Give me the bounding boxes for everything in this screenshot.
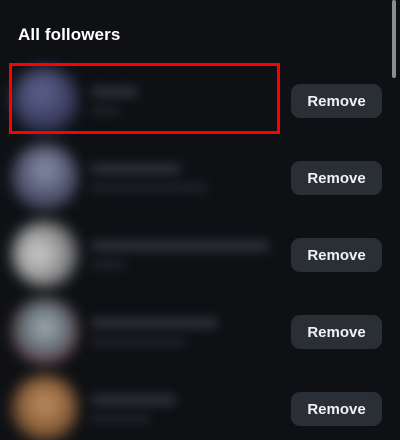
avatar[interactable] — [12, 375, 78, 440]
followers-screen: All followers Remove Remove Remove Remov… — [0, 0, 400, 440]
list-item[interactable]: Remove — [0, 372, 388, 440]
avatar[interactable] — [12, 67, 78, 133]
avatar[interactable] — [12, 298, 78, 364]
avatar[interactable] — [12, 144, 78, 210]
follower-subtitle-redacted — [90, 337, 186, 346]
remove-button[interactable]: Remove — [291, 238, 382, 272]
follower-subtitle-redacted — [90, 414, 150, 423]
follower-name-redacted[interactable] — [90, 317, 218, 329]
follower-subtitle-redacted — [90, 260, 126, 269]
scrollbar-thumb[interactable] — [392, 0, 396, 78]
follower-name-redacted[interactable] — [90, 394, 176, 406]
remove-button[interactable]: Remove — [291, 392, 382, 426]
remove-button[interactable]: Remove — [291, 161, 382, 195]
list-item[interactable]: Remove — [0, 295, 388, 372]
list-item[interactable]: Remove — [0, 141, 388, 218]
list-item[interactable]: Remove — [0, 64, 388, 141]
follower-name-redacted[interactable] — [90, 86, 138, 98]
follower-name-redacted[interactable] — [90, 240, 270, 252]
follower-name-redacted[interactable] — [90, 163, 182, 175]
follower-subtitle-redacted — [90, 183, 208, 192]
section-title: All followers — [18, 25, 121, 44]
avatar[interactable] — [12, 221, 78, 287]
scrollbar[interactable] — [388, 0, 400, 440]
follower-subtitle-redacted — [90, 106, 120, 115]
followers-list: Remove Remove Remove Remove Remove — [0, 64, 388, 440]
remove-button[interactable]: Remove — [291, 315, 382, 349]
remove-button[interactable]: Remove — [291, 84, 382, 118]
list-item[interactable]: Remove — [0, 218, 388, 295]
